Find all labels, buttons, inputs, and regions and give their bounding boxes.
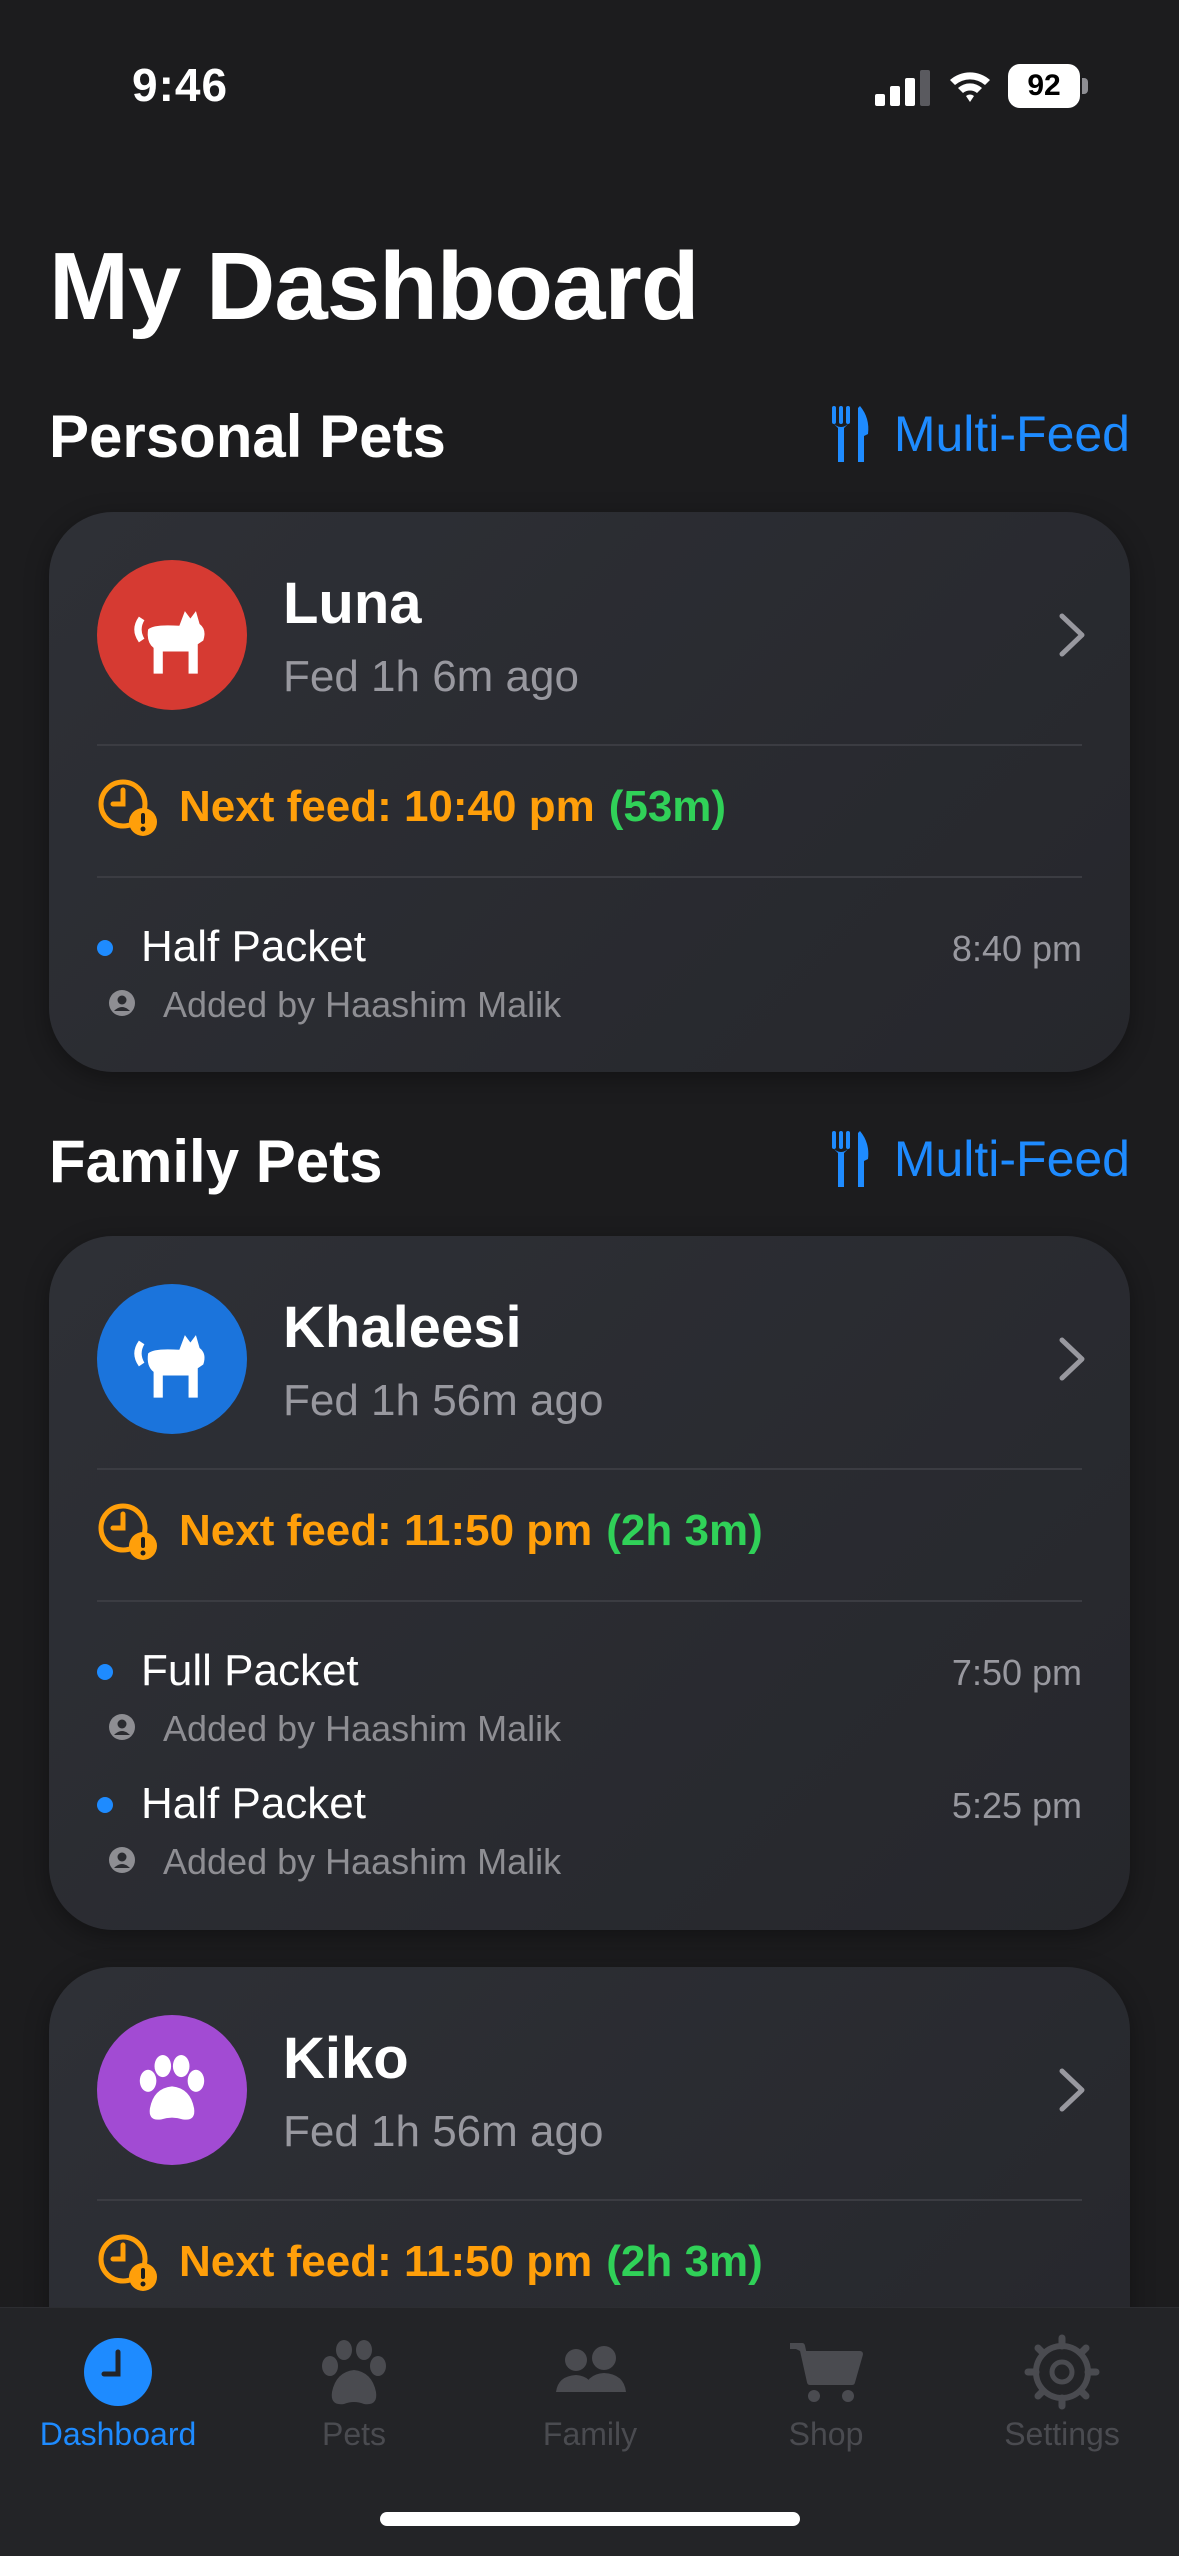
section-title: Family Pets <box>49 1128 383 1195</box>
pet-name: Kiko <box>283 2026 409 2091</box>
people-icon <box>556 2346 626 2392</box>
gear-icon <box>1024 2334 1100 2410</box>
clock-alert-icon <box>98 1503 157 1560</box>
feed-entry: Full Packet 7:50 pm Added by Haashim Mal… <box>97 1640 1082 1760</box>
feed-entry: Half Packet 8:40 pm Added by Haashim Mal… <box>97 916 1082 1036</box>
pet-last-fed: Fed 1h 6m ago <box>283 652 579 701</box>
status-bar: 9:46 92 <box>0 0 1179 170</box>
paw-icon <box>322 2340 386 2405</box>
person-circle-icon <box>109 990 135 1016</box>
fork-knife-icon <box>831 1131 869 1187</box>
pet-card-khaleesi[interactable]: Khaleesi Fed 1h 56m ago Next feed: 11:50… <box>49 1236 1130 1930</box>
feed-entry-name: Half Packet <box>141 922 366 971</box>
feed-entry-added-by: Added by Haashim Malik <box>163 1841 562 1882</box>
divider <box>97 744 1082 746</box>
pet-name: Khaleesi <box>283 1295 522 1360</box>
bullet-dot <box>97 1797 113 1813</box>
tab-label: Dashboard <box>39 2416 197 2452</box>
next-feed-row: Next feed: 11:50 pm (2h 3m) <box>97 2231 763 2293</box>
section-personal-pets: Personal Pets Multi-Feed <box>49 392 1130 472</box>
pet-last-fed: Fed 1h 56m ago <box>283 2107 604 2156</box>
multi-feed-label: Multi-Feed <box>893 406 1130 462</box>
page-title: My Dashboard <box>49 233 699 340</box>
tab-label: Family <box>542 2416 638 2452</box>
section-family-pets: Family Pets Multi-Feed <box>49 1117 1130 1197</box>
pet-card-luna[interactable]: Luna Fed 1h 6m ago Next feed: 10:40 pm (… <box>49 512 1130 1072</box>
feed-entry-time: 7:50 pm <box>951 1652 1082 1693</box>
dashboard-screen: 9:46 92 My Dashboard Personal Pets Multi… <box>0 0 1179 2556</box>
divider <box>97 876 1082 878</box>
next-feed-time: Next feed: 11:50 pm <box>179 1506 593 1555</box>
battery-level: 92 <box>1008 64 1080 108</box>
multi-feed-button[interactable]: Multi-Feed <box>830 1129 1130 1189</box>
next-feed-remaining: (2h 3m) <box>606 1506 763 1555</box>
person-circle-icon <box>109 1847 135 1873</box>
battery-cap <box>1082 78 1088 94</box>
pet-avatar <box>97 560 247 710</box>
pet-avatar <box>97 2015 247 2165</box>
person-circle-icon <box>109 1714 135 1740</box>
feed-entry-added-by: Added by Haashim Malik <box>163 984 562 1025</box>
next-feed-remaining: (2h 3m) <box>606 2237 763 2286</box>
clock-alert-icon <box>98 2234 157 2291</box>
clock-alert-icon <box>98 779 157 836</box>
tab-pets[interactable]: Pets <box>236 2308 472 2488</box>
tab-dashboard[interactable]: Dashboard <box>0 2308 236 2488</box>
tab-settings[interactable]: Settings <box>944 2308 1179 2488</box>
feed-entry-name: Half Packet <box>141 1779 366 1828</box>
tab-label: Pets <box>321 2416 387 2452</box>
section-title: Personal Pets <box>49 403 446 470</box>
feed-entry: Half Packet 5:25 pm Added by Haashim Mal… <box>97 1773 1082 1893</box>
next-feed-time: Next feed: 11:50 pm <box>179 2237 593 2286</box>
pet-last-fed: Fed 1h 56m ago <box>283 1376 604 1425</box>
pet-avatar <box>97 1284 247 1434</box>
cat-icon <box>134 1335 205 1398</box>
bullet-dot <box>97 1664 113 1680</box>
wifi-icon <box>950 72 990 102</box>
feed-entry-time: 5:25 pm <box>951 1785 1082 1826</box>
tab-shop[interactable]: Shop <box>708 2308 944 2488</box>
tab-label: Shop <box>788 2416 864 2452</box>
divider <box>97 1600 1082 1602</box>
tab-label: Settings <box>1004 2416 1120 2452</box>
multi-feed-label: Multi-Feed <box>893 1131 1130 1187</box>
multi-feed-button[interactable]: Multi-Feed <box>830 404 1130 464</box>
clock-icon <box>84 2338 152 2406</box>
tab-family[interactable]: Family <box>472 2308 708 2488</box>
divider <box>97 2199 1082 2201</box>
bullet-dot <box>97 940 113 956</box>
chevron-right-icon <box>1059 613 1085 657</box>
cellular-signal-icon <box>875 70 930 106</box>
battery-indicator: 92 <box>1008 64 1088 108</box>
next-feed-row: Next feed: 10:40 pm (53m) <box>97 776 726 838</box>
status-time: 9:46 <box>132 59 229 111</box>
home-indicator[interactable] <box>380 2512 800 2526</box>
next-feed-remaining: (53m) <box>608 782 727 831</box>
feed-entry-name: Full Packet <box>141 1646 359 1695</box>
chevron-right-icon <box>1059 1337 1085 1381</box>
fork-knife-icon <box>831 406 869 462</box>
divider <box>97 1468 1082 1470</box>
cart-icon <box>790 2343 863 2402</box>
cat-icon <box>134 611 205 674</box>
next-feed-time: Next feed: 10:40 pm <box>179 782 595 831</box>
paw-icon <box>139 2055 205 2120</box>
pet-name: Luna <box>283 571 422 636</box>
chevron-right-icon <box>1059 2068 1085 2112</box>
next-feed-row: Next feed: 11:50 pm (2h 3m) <box>97 1500 763 1562</box>
feed-entry-added-by: Added by Haashim Malik <box>163 1708 562 1749</box>
feed-entry-time: 8:40 pm <box>951 928 1082 969</box>
